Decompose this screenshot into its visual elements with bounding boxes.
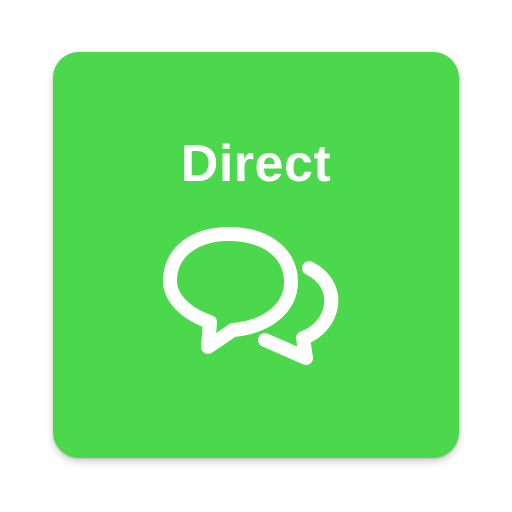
- front-bubble: [163, 227, 298, 354]
- chat-bubbles-icon: [163, 227, 339, 365]
- app-name: Direct: [180, 135, 332, 193]
- chat-bubbles-stroke: [163, 227, 339, 365]
